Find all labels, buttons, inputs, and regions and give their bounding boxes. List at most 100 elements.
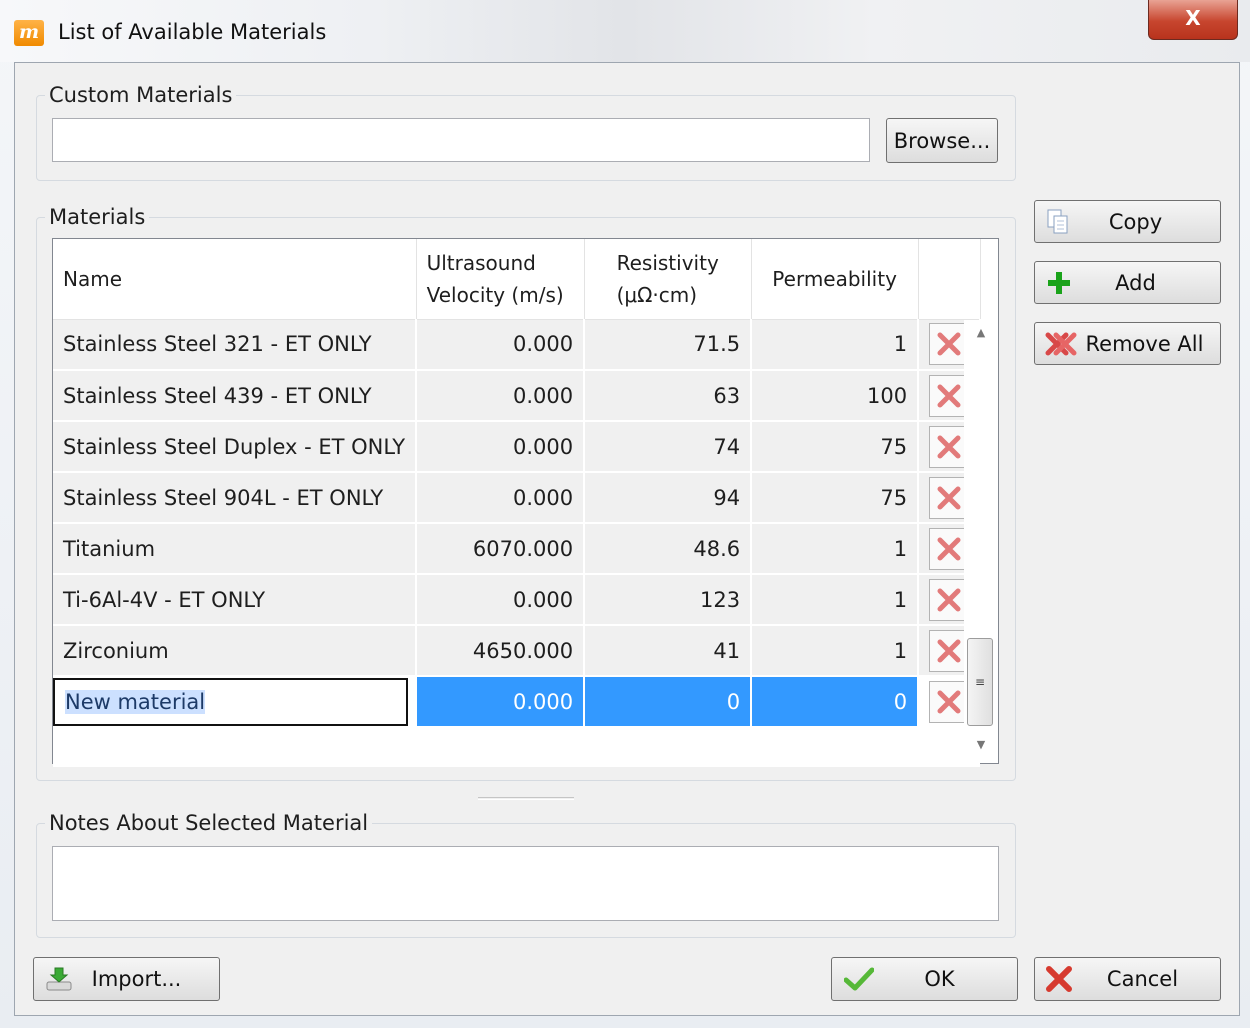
cell-name[interactable]: Ti-6Al-4V - ET ONLY [53,574,418,626]
cell-resistivity[interactable]: 123 [584,574,753,626]
cell-resistivity[interactable]: 0 [584,676,753,728]
column-header-delete [918,239,981,320]
remove-all-button[interactable]: Remove All [1034,322,1221,365]
column-header-resistivity-line2: (μΩ·cm) [616,282,698,307]
ok-label: OK [924,967,955,991]
app-logo-icon: m [14,20,44,46]
table-row[interactable]: Titanium 6070.000 48.6 1 [53,523,982,575]
materials-table: Name Ultrasound Velocity (m/s) Resistivi… [53,239,982,767]
browse-button[interactable]: Browse... [886,118,998,163]
red-x-icon [935,484,963,512]
scrollbar-thumb[interactable]: ≡ [967,638,993,726]
column-header-permeability[interactable]: Permeability [751,239,919,320]
red-x-icon [935,382,963,410]
cell-resistivity[interactable]: 48.6 [584,523,753,575]
cell-permeability[interactable]: 0 [751,676,920,728]
column-header-ultrasound-line2: Velocity (m/s) [426,282,564,307]
cell-velocity[interactable]: 4650.000 [416,625,586,677]
table-row[interactable]: Stainless Steel 904L - ET ONLY 0.000 94 75 [53,472,982,524]
notes-legend: Notes About Selected Material [49,811,369,835]
name-edit-input[interactable]: New material [53,677,408,725]
materials-table-body: Stainless Steel 321 - ET ONLY 0.000 71.5 1 S… [53,319,982,767]
column-header-ultrasound-velocity[interactable]: Ultrasound Velocity (m/s) [416,239,585,320]
cell-name[interactable]: Stainless Steel 904L - ET ONLY [53,472,418,524]
import-button[interactable]: Import... [33,957,220,1001]
cell-name[interactable]: Stainless Steel Duplex - ET ONLY [53,421,418,473]
red-x-icon [935,688,963,716]
red-x-icon [935,637,963,665]
column-header-resistivity-line1: Resistivity [616,250,719,275]
cell-permeability[interactable]: 75 [751,421,920,473]
table-row-selected[interactable]: New material 0.000 0 0 [53,676,982,728]
window-title: List of Available Materials [58,20,327,44]
column-header-name[interactable]: Name [53,239,417,320]
cell-permeability[interactable]: 75 [751,472,920,524]
table-empty-row [53,727,981,767]
column-header-permeability-label: Permeability [772,266,897,291]
scroll-down-arrow-icon[interactable]: ▼ [964,738,998,751]
cell-resistivity[interactable]: 74 [584,421,753,473]
red-x-icon [935,535,963,563]
dialog-window: m List of Available Materials X Custom M… [0,0,1250,1028]
table-row[interactable]: Ti-6Al-4V - ET ONLY 0.000 123 1 [53,574,982,626]
red-x-multi-icon [1045,330,1077,358]
materials-legend: Materials [49,205,146,229]
table-row[interactable]: Zirconium 4650.000 41 1 [53,625,982,677]
cell-permeability[interactable]: 1 [751,319,920,371]
table-row[interactable]: Stainless Steel 321 - ET ONLY 0.000 71.5 1 [53,319,982,371]
cancel-label: Cancel [1106,967,1179,991]
cell-velocity[interactable]: 0.000 [416,574,586,626]
custom-materials-path-field[interactable] [52,118,870,162]
add-label: Add [1115,270,1156,295]
green-check-icon [844,967,874,991]
cell-resistivity[interactable]: 41 [584,625,753,677]
red-x-icon [935,433,963,461]
cell-name[interactable]: Titanium [53,523,418,575]
table-row[interactable]: Stainless Steel Duplex - ET ONLY 0.000 74 7… [53,421,982,473]
remove-all-label: Remove All [1085,331,1204,356]
table-header-row: Name Ultrasound Velocity (m/s) Resistivi… [53,239,981,320]
custom-materials-legend: Custom Materials [49,83,233,107]
add-button[interactable]: Add [1034,261,1221,304]
cell-name[interactable]: Zirconium [53,625,418,677]
copy-label: Copy [1108,209,1163,234]
cell-permeability[interactable]: 1 [751,625,920,677]
green-plus-icon [1047,271,1071,295]
copy-button[interactable]: Copy [1034,200,1221,243]
cell-name[interactable]: Stainless Steel 321 - ET ONLY [53,319,418,371]
import-tray-icon [46,967,72,991]
cell-velocity[interactable]: 6070.000 [416,523,586,575]
notes-textarea[interactable] [52,846,999,921]
cell-name[interactable]: Stainless Steel 439 - ET ONLY [53,370,418,422]
import-label: Import... [91,967,182,991]
ok-button[interactable]: OK [831,957,1018,1001]
cell-velocity[interactable]: 0.000 [416,370,586,422]
cell-resistivity[interactable]: 94 [584,472,753,524]
cell-velocity[interactable]: 0.000 [416,472,586,524]
red-x-icon [935,330,963,358]
copy-icon [1047,209,1069,235]
browse-label: Browse... [893,128,991,153]
cell-name-editing[interactable]: New material [53,676,418,728]
table-row[interactable]: Stainless Steel 439 - ET ONLY 0.000 63 100 [53,370,982,422]
cell-permeability[interactable]: 1 [751,574,920,626]
red-x-icon [935,586,963,614]
cell-velocity[interactable]: 0.000 [416,421,586,473]
scroll-up-arrow-icon[interactable]: ▲ [964,326,998,339]
cell-permeability[interactable]: 1 [751,523,920,575]
red-x-icon [1045,965,1073,993]
cell-velocity[interactable]: 0.000 [416,676,586,728]
name-edit-text: New material [65,689,206,714]
cell-resistivity[interactable]: 63 [584,370,753,422]
cell-permeability[interactable]: 100 [751,370,920,422]
cell-resistivity[interactable]: 71.5 [584,319,753,371]
title-bar: m List of Available Materials X [0,0,1250,62]
column-header-resistivity[interactable]: Resistivity (μΩ·cm) [584,239,752,320]
materials-grid: Name Ultrasound Velocity (m/s) Resistivi… [52,238,999,767]
cell-velocity[interactable]: 0.000 [416,319,586,371]
splitter-grip[interactable] [478,797,574,800]
column-header-ultrasound-line1: Ultrasound [426,250,536,275]
column-header-name-label: Name [63,266,123,291]
close-button[interactable]: X [1148,0,1238,40]
cancel-button[interactable]: Cancel [1034,957,1221,1001]
